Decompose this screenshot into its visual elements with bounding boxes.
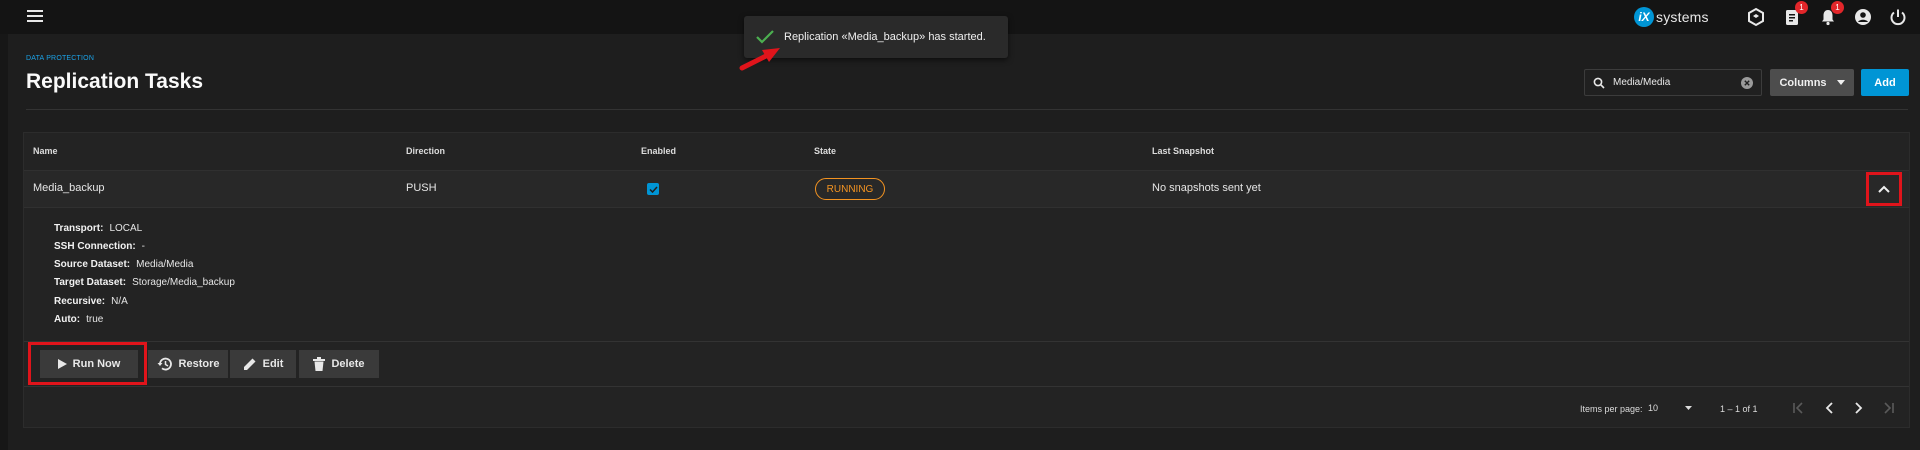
detail-label: Transport: xyxy=(54,223,104,234)
menu-icon[interactable] xyxy=(27,10,43,22)
detail-transport: Transport: LOCAL xyxy=(54,223,142,234)
page-title: Replication Tasks xyxy=(26,70,204,93)
column-header-enabled[interactable]: Enabled xyxy=(641,146,676,156)
chevron-up-icon xyxy=(1878,185,1890,193)
next-page-button[interactable] xyxy=(1849,398,1869,418)
chevron-left-icon xyxy=(1825,402,1833,414)
truecommand-icon[interactable] xyxy=(1746,7,1766,27)
edit-label: Edit xyxy=(262,358,284,370)
column-header-direction[interactable]: Direction xyxy=(406,146,445,156)
detail-value: true xyxy=(86,314,104,325)
divider xyxy=(26,109,1908,110)
detail-auto: Auto: true xyxy=(54,314,103,325)
detail-value: LOCAL xyxy=(109,223,143,234)
state-badge[interactable]: RUNNING xyxy=(815,178,885,200)
logo-text: systems xyxy=(1656,9,1709,25)
pencil-icon xyxy=(243,358,256,370)
items-per-page-select[interactable]: 10 xyxy=(1648,400,1692,416)
columns-button[interactable]: Columns xyxy=(1770,69,1854,96)
detail-value: - xyxy=(141,241,146,252)
delete-button[interactable]: Delete xyxy=(299,350,379,378)
last-page-icon xyxy=(1884,402,1894,414)
table-row[interactable] xyxy=(24,170,1909,208)
column-header-state[interactable]: State xyxy=(814,146,836,156)
caret-down-icon xyxy=(1685,406,1692,410)
detail-ssh-connection: SSH Connection: - xyxy=(54,241,145,252)
detail-value: N/A xyxy=(111,296,128,307)
detail-value: Media/Media xyxy=(136,259,194,270)
breadcrumb[interactable]: DATA PROTECTION xyxy=(26,55,94,62)
previous-page-button[interactable] xyxy=(1819,398,1839,418)
chevron-right-icon xyxy=(1855,402,1863,414)
notifications-badge: 1 xyxy=(1831,1,1844,14)
row-name: Media_backup xyxy=(33,182,105,194)
history-icon xyxy=(157,357,172,371)
power-icon[interactable] xyxy=(1888,7,1908,27)
restore-button[interactable]: Restore xyxy=(148,350,228,378)
detail-source-dataset: Source Dataset: Media/Media xyxy=(54,259,193,270)
first-page-icon xyxy=(1793,402,1803,414)
column-header-last-snapshot[interactable]: Last Snapshot xyxy=(1152,146,1214,156)
edit-button[interactable]: Edit xyxy=(230,350,296,378)
add-button[interactable]: Add xyxy=(1861,69,1909,96)
notifications-icon[interactable]: 1 xyxy=(1818,1,1844,27)
toast-message: Replication «Media_backup» has started. xyxy=(784,31,986,43)
tasks-badge: 1 xyxy=(1795,1,1808,14)
logo: iX systems xyxy=(1634,5,1709,29)
caret-down-icon xyxy=(1836,80,1845,85)
column-header-name[interactable]: Name xyxy=(33,146,58,156)
tasks-icon[interactable]: 1 xyxy=(1782,1,1808,27)
account-icon[interactable] xyxy=(1853,7,1873,27)
first-page-button[interactable] xyxy=(1788,398,1808,418)
annotation-arrow-icon xyxy=(739,48,780,71)
columns-label: Columns xyxy=(1779,76,1827,89)
collapse-row-button[interactable] xyxy=(1866,172,1902,206)
divider xyxy=(24,386,1909,387)
last-page-button[interactable] xyxy=(1879,398,1899,418)
logo-badge: iX xyxy=(1634,7,1654,27)
detail-value: Storage/Media_backup xyxy=(132,277,235,288)
delete-label: Delete xyxy=(331,358,365,370)
page-range: 1 – 1 of 1 xyxy=(1720,404,1758,414)
divider xyxy=(24,341,1909,342)
search-input[interactable] xyxy=(1611,76,1741,89)
detail-label: Recursive: xyxy=(54,296,106,307)
items-per-page-label: Items per page: xyxy=(1580,404,1643,414)
annotation-highlight xyxy=(28,342,147,385)
detail-recursive: Recursive: N/A xyxy=(54,296,128,307)
items-per-page-value: 10 xyxy=(1648,403,1659,413)
detail-label: Auto: xyxy=(54,314,81,325)
row-last-snapshot: No snapshots sent yet xyxy=(1152,182,1261,194)
checkmark-icon xyxy=(648,185,658,193)
detail-label: Source Dataset: xyxy=(54,259,131,270)
row-direction: PUSH xyxy=(406,182,437,194)
clear-search-icon[interactable] xyxy=(1741,76,1753,89)
detail-target-dataset: Target Dataset: Storage/Media_backup xyxy=(54,277,235,288)
search-field[interactable] xyxy=(1584,69,1762,96)
trash-icon xyxy=(313,357,326,371)
detail-label: Target Dataset: xyxy=(54,277,127,288)
enabled-checkbox[interactable] xyxy=(647,183,659,195)
search-icon xyxy=(1593,77,1605,89)
restore-label: Restore xyxy=(178,358,220,370)
left-rail xyxy=(0,34,8,450)
detail-label: SSH Connection: xyxy=(54,241,136,252)
